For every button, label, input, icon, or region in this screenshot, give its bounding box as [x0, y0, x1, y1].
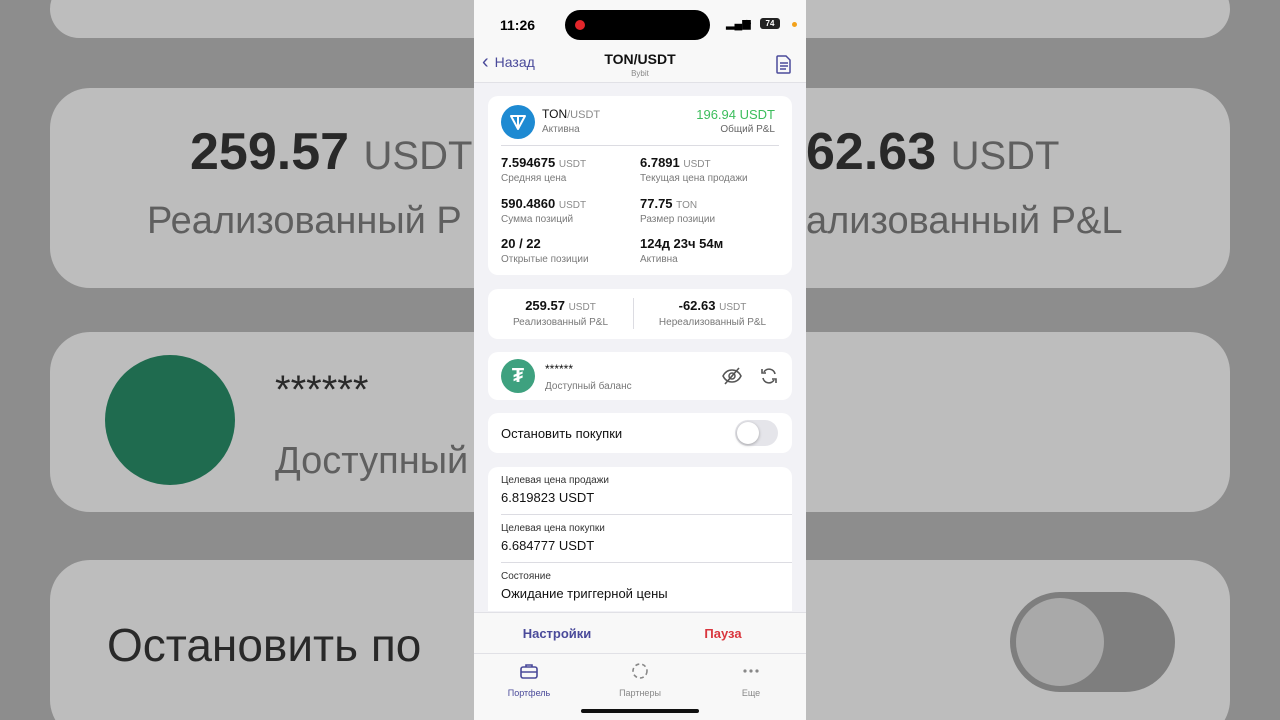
stat-current-sell-price: 6.7891 USDT Текущая цена продажи — [640, 155, 748, 184]
phone-screen: 11:26 ▂▄▆ ◠ 74 ‹ Назад TON/USDT Bybit TO… — [474, 0, 806, 720]
total-pnl-value: 196.94 USDT — [696, 107, 775, 122]
home-indicator[interactable] — [581, 709, 699, 713]
divider — [501, 145, 779, 146]
dynamic-island — [565, 10, 710, 40]
partners-icon — [632, 663, 648, 679]
privacy-indicator — [792, 22, 797, 27]
row-value: Ожидание триггерной цены — [501, 586, 668, 601]
pnl-card: 259.57 USDT Реализованный P&L -62.63 USD… — [488, 289, 792, 339]
settings-button[interactable]: Настройки — [474, 626, 640, 641]
balance-card: ₮ ****** Доступный баланс — [488, 352, 792, 400]
stat-position-sum: 590.4860 USDT Сумма позиций — [501, 196, 587, 225]
state-row: Состояние Ожидание триггерной цены — [488, 563, 792, 611]
page-title: TON/USDT — [604, 51, 676, 67]
nav-bar: ‹ Назад TON/USDT Bybit — [474, 48, 806, 83]
tab-more[interactable]: Еще — [696, 662, 806, 698]
bg-toggle-knob — [1016, 598, 1104, 686]
row-label: Целевая цена продажи — [501, 475, 610, 486]
unrealized-pnl: -62.63 USDT Нереализованный P&L — [658, 298, 767, 328]
bg-usdt-coin — [105, 355, 235, 485]
masked-balance: ****** — [545, 362, 574, 376]
ton-coin-icon — [501, 105, 535, 139]
bot-status: Активна — [542, 124, 580, 135]
battery-icon: 74 — [760, 18, 780, 29]
bg-realized-label: Реализованный P — [147, 200, 462, 242]
row-label: Состояние — [501, 571, 551, 582]
details-card: Целевая цена продажи 6.819823 USDT Целев… — [488, 467, 792, 611]
target-sell-price-row: Целевая цена продажи 6.819823 USDT — [488, 467, 792, 515]
realized-pnl: 259.57 USDT Реализованный P&L — [512, 298, 609, 328]
bg-unrealized-value: 62.63 USDT — [806, 123, 1060, 181]
stat-active-duration: 124д 23ч 54м Активна — [640, 236, 724, 265]
toggle-knob — [737, 422, 759, 444]
recording-dot — [575, 20, 585, 30]
tab-partners[interactable]: Партнеры — [585, 662, 695, 698]
target-buy-price-row: Целевая цена покупки 6.684777 USDT — [488, 515, 792, 563]
tab-label: Портфель — [507, 688, 551, 698]
stop-buying-label: Остановить покупки — [501, 426, 623, 441]
status-bar: 11:26 ▂▄▆ ◠ 74 — [474, 0, 806, 48]
more-icon — [743, 669, 759, 673]
stop-buying-toggle[interactable] — [735, 420, 778, 446]
stop-buying-card: Остановить покупки — [488, 413, 792, 453]
usdt-coin-icon: ₮ — [501, 359, 535, 393]
bg-balance-label: Доступный — [275, 440, 469, 482]
row-value: 6.684777 USDT — [501, 538, 595, 553]
bot-summary-card: TON/USDT Активна 196.94 USDT Общий P&L 7… — [488, 96, 792, 275]
bg-stop-label: Остановить по — [107, 619, 422, 671]
tab-label: Партнеры — [619, 688, 661, 698]
row-label: Целевая цена покупки — [501, 523, 605, 534]
divider — [633, 298, 634, 329]
stat-avg-price: 7.594675 USDT Средняя цена — [501, 155, 587, 184]
status-time: 11:26 — [500, 17, 536, 33]
action-bar: Настройки Пауза — [474, 612, 806, 654]
tab-label: Еще — [741, 688, 761, 698]
document-icon[interactable] — [776, 55, 792, 74]
tab-portfolio[interactable]: Портфель — [474, 662, 584, 698]
balance-label: Доступный баланс — [545, 381, 632, 392]
briefcase-icon — [520, 664, 538, 679]
refresh-icon[interactable] — [759, 366, 779, 386]
row-value: 6.819823 USDT — [501, 490, 595, 505]
stat-position-size: 77.75 TON Размер позиции — [640, 196, 716, 225]
pause-button[interactable]: Пауза — [640, 626, 806, 641]
page-subtitle: Bybit — [631, 69, 649, 78]
stat-open-positions: 20 / 22 Открытые позиции — [501, 236, 589, 265]
bg-realized-value: 259.57 USDT — [190, 123, 473, 181]
eye-slash-icon[interactable] — [722, 367, 742, 385]
bg-unrealized-label: ализованный P&L — [806, 200, 1123, 242]
tab-bar: Портфель Партнеры Еще — [474, 654, 806, 720]
bg-masked-balance: ****** — [275, 368, 369, 412]
total-pnl-label: Общий P&L — [720, 124, 775, 135]
pair-label: TON/USDT — [542, 107, 601, 121]
wifi-icon: ◠ — [742, 18, 752, 30]
